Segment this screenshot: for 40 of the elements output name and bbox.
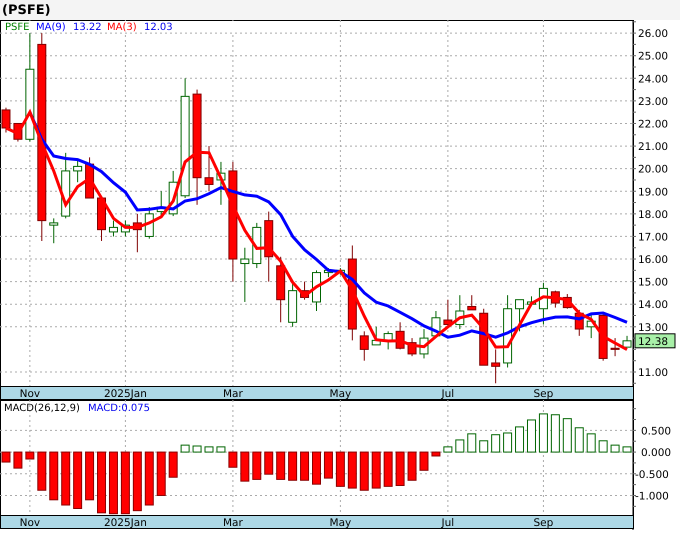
axis-label: 19.00: [638, 186, 668, 198]
axis-label: 24.00: [638, 73, 668, 86]
axis-label: 14.00: [638, 299, 668, 312]
date-label: Sep: [534, 517, 554, 529]
indicator-value: MACD:0.075: [88, 403, 150, 414]
legend-value: 12.03: [144, 22, 173, 33]
ticker-symbol: PSFE: [5, 22, 30, 33]
axis-label: 23.00: [638, 96, 668, 108]
axis-label: 11.00: [638, 367, 668, 379]
axis-label: 0.000: [641, 447, 672, 460]
legend-value: 13.22: [73, 22, 102, 33]
date-label: May: [330, 388, 352, 400]
axis-label: 16.00: [638, 254, 668, 266]
axis-label: 26.00: [638, 28, 668, 40]
date-label: Nov: [20, 388, 40, 400]
date-label: Nov: [20, 517, 40, 529]
date-label: 2025Jan: [104, 517, 147, 529]
legend-label: MA(3): [107, 22, 137, 33]
date-label: 2025Jan: [104, 388, 147, 400]
chart-title: (PSFE): [2, 2, 51, 18]
legend-label: MA(9): [36, 22, 66, 33]
axis-label: 18.00: [638, 208, 668, 221]
date-label: Mar: [223, 517, 243, 529]
axis-label: 0.500: [641, 425, 672, 438]
axis-label: 25.00: [638, 50, 668, 63]
date-label: Sep: [534, 388, 554, 400]
axis-label: 22.00: [638, 118, 668, 130]
axis-label: -1.000: [635, 490, 669, 502]
date-label: Jul: [442, 517, 454, 529]
date-label: Mar: [223, 388, 243, 400]
date-label: May: [330, 517, 352, 529]
axis-label: -0.500: [635, 468, 669, 481]
date-label: Jul: [442, 388, 454, 400]
last-price-tag: 12.38: [634, 333, 676, 348]
axis-label: 20.00: [638, 164, 668, 176]
axis-label: 13.00: [638, 322, 668, 334]
axis-label: 17.00: [638, 231, 668, 244]
axis-label: 21.00: [638, 141, 668, 154]
indicator-name: MACD(26,12,9): [4, 403, 80, 414]
axis-label: 15.00: [638, 276, 668, 289]
